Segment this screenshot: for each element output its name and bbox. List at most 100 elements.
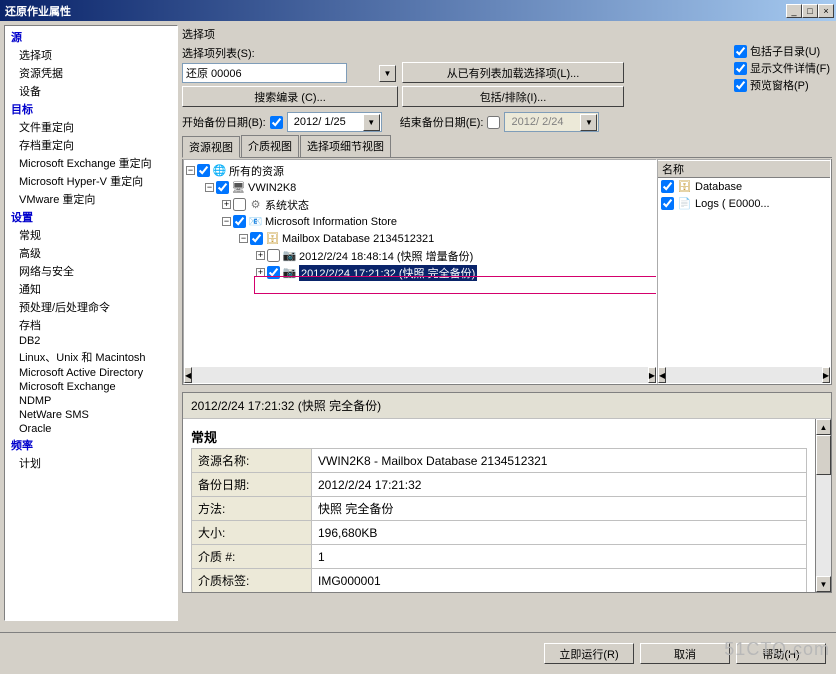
nav-item[interactable]: 资源凭据 [5,64,177,82]
table-row: 方法:快照 完全备份 [192,497,807,521]
collapse-icon[interactable]: − [205,183,214,192]
tree-node[interactable]: −🗄Mailbox Database 2134512321 [186,230,654,247]
tree-node-root[interactable]: −🌐所有的资源 [186,162,654,179]
nav-item[interactable]: Microsoft Hyper-V 重定向 [5,172,177,190]
include-subdir-checkbox[interactable]: 包括子目录(U) [734,43,830,59]
nav-item[interactable]: 存档 [5,316,177,334]
list-item[interactable]: 🗄Database [658,178,830,195]
tree-checkbox[interactable] [233,198,246,211]
collapse-icon[interactable]: − [186,166,195,175]
tree-node-selected[interactable]: +📷2012/2/24 17:21:32 (快照 完全备份) [186,264,654,281]
nav-item[interactable]: 计划 [5,454,177,472]
detail-section-header: 常规 [191,427,807,448]
nav-item[interactable]: 选择项 [5,46,177,64]
end-date-input[interactable] [504,112,599,132]
window-title: 还原作业属性 [2,3,786,19]
nav-item[interactable]: VMware 重定向 [5,190,177,208]
load-from-list-button[interactable]: 从已有列表加载选择项(L)... [402,62,624,83]
nav-item[interactable]: 通知 [5,280,177,298]
tab-media-view[interactable]: 介质视图 [241,135,299,157]
end-date-label: 结束备份日期(E): [400,114,484,130]
table-row: 备份日期:2012/2/24 17:21:32 [192,473,807,497]
search-catalog-button[interactable]: 搜索编录 (C)... [182,86,398,107]
include-exclude-button[interactable]: 包括/排除(I)... [402,86,624,107]
expand-icon[interactable]: + [256,268,265,277]
checkbox-icon[interactable] [734,45,747,58]
nav-item[interactable]: 高级 [5,244,177,262]
database-icon: 🗄 [265,231,280,246]
scroll-left-icon[interactable]: ◀ [658,367,666,383]
preview-pane-checkbox[interactable]: 预览窗格(P) [734,77,830,93]
nav-item[interactable]: Microsoft Active Directory [5,366,177,380]
tree-checkbox[interactable] [267,249,280,262]
tree-node[interactable]: −🖥VWIN2K8 [186,179,654,196]
scroll-up-icon[interactable]: ▲ [816,419,831,435]
detail-scrollbar[interactable]: ▲ ▼ [815,419,831,592]
tab-resource-view[interactable]: 资源视图 [182,136,240,158]
nav-item[interactable]: Linux、Unix 和 Macintosh [5,348,177,366]
name-list-header[interactable]: 名称 [658,160,830,178]
checkbox-icon[interactable] [661,180,674,193]
tree-checkbox[interactable] [216,181,229,194]
tree-pane[interactable]: −🌐所有的资源 −🖥VWIN2K8 +⚙系统状态 −📧Microsoft Inf… [183,159,657,384]
nav-item[interactable]: 存档重定向 [5,136,177,154]
nav-item[interactable]: 设备 [5,82,177,100]
nav-item[interactable]: DB2 [5,334,177,348]
checkbox-icon[interactable] [661,197,674,210]
cancel-button[interactable]: 取消 [640,643,730,664]
tab-strip: 资源视图 介质视图 选择项细节视图 [182,135,832,158]
expand-icon[interactable]: + [256,251,265,260]
table-row: 介质标签:IMG000001 [192,569,807,593]
tree-checkbox[interactable] [267,266,280,279]
help-button[interactable]: 帮助(H) [736,643,826,664]
tree-node[interactable]: −📧Microsoft Information Store [186,213,654,230]
maximize-button[interactable]: □ [802,4,818,18]
scrollbar-track[interactable] [816,435,831,576]
nav-group-source: 源 [5,28,177,46]
collapse-icon[interactable]: − [222,217,231,226]
tree-node[interactable]: +📷2012/2/24 18:48:14 (快照 增量备份) [186,247,654,264]
show-detail-checkbox[interactable]: 显示文件详情(F) [734,60,830,76]
nav-item[interactable]: 预处理/后处理命令 [5,298,177,316]
table-row: 介质 #:1 [192,545,807,569]
name-list-pane: 名称 🗄Database 📄Logs ( E0000... ◀ ▶ [657,159,831,384]
run-now-button[interactable]: 立即运行(R) [544,643,634,664]
nav-item[interactable]: 文件重定向 [5,118,177,136]
globe-icon: 🌐 [212,163,227,178]
scroll-down-icon[interactable]: ▼ [816,576,831,592]
nav-item[interactable]: NetWare SMS [5,408,177,422]
scroll-right-icon[interactable]: ▶ [822,367,830,383]
tree-checkbox[interactable] [250,232,263,245]
list-item[interactable]: 📄Logs ( E0000... [658,195,830,212]
tree-checkbox[interactable] [197,164,210,177]
expand-icon[interactable]: + [222,200,231,209]
database-icon: 🗄 [677,179,692,194]
nav-item[interactable]: 常规 [5,226,177,244]
scroll-left-icon[interactable]: ◀ [184,367,192,383]
selection-list-combo[interactable] [182,63,347,83]
scrollbar-track[interactable] [192,367,648,383]
close-button[interactable]: × [818,4,834,18]
nav-item[interactable]: NDMP [5,394,177,408]
minimize-button[interactable]: _ [786,4,802,18]
detail-scroll[interactable]: 常规 资源名称:VWIN2K8 - Mailbox Database 21345… [183,419,815,592]
collapse-icon[interactable]: − [239,234,248,243]
nav-item[interactable]: Oracle [5,422,177,436]
detail-pane: 2012/2/24 17:21:32 (快照 完全备份) 常规 资源名称:VWI… [182,392,832,593]
nav-group-freq: 频率 [5,436,177,454]
nav-item[interactable]: Microsoft Exchange [5,380,177,394]
tree-checkbox[interactable] [233,215,246,228]
start-date-enable[interactable] [270,116,283,129]
tab-detail-view[interactable]: 选择项细节视图 [300,135,391,157]
nav-item[interactable]: Microsoft Exchange 重定向 [5,154,177,172]
table-row: 资源名称:VWIN2K8 - Mailbox Database 21345123… [192,449,807,473]
gear-icon: ⚙ [248,197,263,212]
scroll-right-icon[interactable]: ▶ [648,367,656,383]
scrollbar-track[interactable] [666,367,822,383]
start-date-input[interactable] [287,112,382,132]
tree-node[interactable]: +⚙系统状态 [186,196,654,213]
end-date-enable[interactable] [487,116,500,129]
checkbox-icon[interactable] [734,62,747,75]
checkbox-icon[interactable] [734,79,747,92]
nav-item[interactable]: 网络与安全 [5,262,177,280]
